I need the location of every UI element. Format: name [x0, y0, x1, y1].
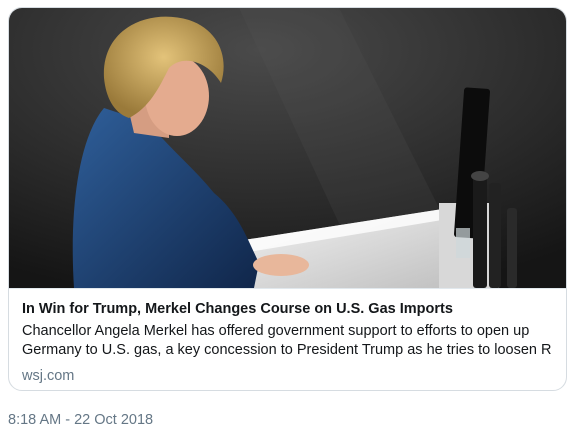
- timestamp-separator: -: [61, 412, 75, 428]
- article-description-line-1: Chancellor Angela Merkel has offered gov…: [22, 323, 530, 339]
- tweet-timestamp[interactable]: 8:18 AM - 22 Oct 2018: [8, 411, 153, 429]
- card-text-area[interactable]: In Win for Trump, Merkel Changes Course …: [9, 288, 566, 390]
- tweet-date: 22 Oct 2018: [74, 412, 154, 428]
- article-description-line-2: Germany to U.S. gas, a key concession to…: [22, 342, 552, 358]
- article-description: Chancellor Angela Merkel has offered gov…: [22, 322, 552, 360]
- article-title[interactable]: In Win for Trump, Merkel Changes Course …: [22, 300, 552, 318]
- link-preview-card[interactable]: In Win for Trump, Merkel Changes Course …: [8, 7, 567, 391]
- article-domain[interactable]: wsj.com: [22, 367, 566, 385]
- article-photo[interactable]: [9, 8, 566, 288]
- tweet-time: 8:18 AM: [8, 412, 62, 428]
